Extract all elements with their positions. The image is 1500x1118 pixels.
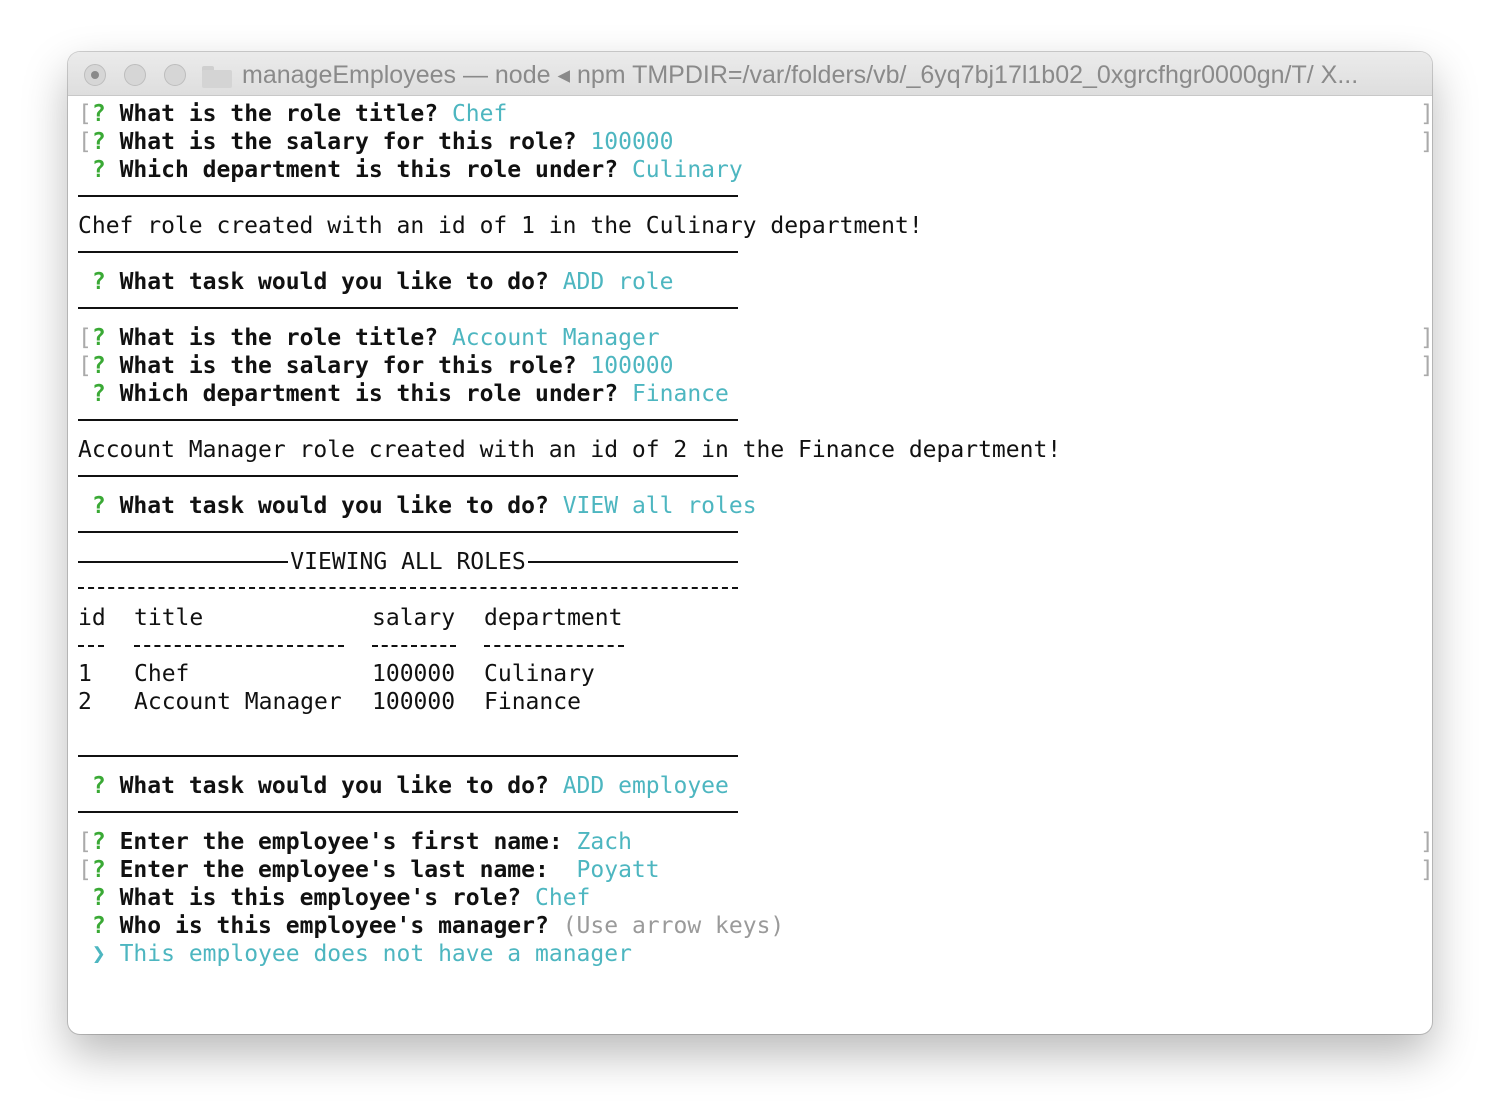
- table-header: id: [78, 605, 106, 631]
- prompt-line: ? What task would you like to do? ADD ro…: [91, 269, 674, 295]
- divider: [78, 251, 738, 253]
- viewing-banner: VIEWING ALL ROLES: [78, 548, 738, 576]
- divider: [78, 531, 738, 533]
- divider: [78, 811, 738, 813]
- terminal-window: manageEmployees — node ◂ npm TMPDIR=/var…: [68, 52, 1432, 1034]
- prompt-line: [? Enter the employee's first name: Zach: [78, 829, 632, 855]
- prompt-line: ? What task would you like to do? ADD em…: [91, 773, 729, 799]
- divider: [78, 419, 738, 421]
- manager-option-selected[interactable]: ❯ This employee does not have a manager: [78, 940, 632, 968]
- pointer-icon: ❯: [91, 941, 106, 967]
- prompt-line: ? Which department is this role under? F…: [91, 381, 729, 407]
- prompt-line: [? What is the role title? Account Manag…: [78, 325, 660, 351]
- divider: [78, 755, 738, 757]
- title-bar[interactable]: manageEmployees — node ◂ npm TMPDIR=/var…: [68, 52, 1432, 96]
- prompt-line: [? What is the salary for this role? 100…: [78, 129, 674, 155]
- result-message: Account Manager role created with an id …: [78, 437, 1062, 463]
- table-header: salary: [372, 605, 456, 631]
- folder-icon: [202, 66, 232, 88]
- minimize-button[interactable]: [124, 64, 146, 86]
- prompt-line: ? What task would you like to do? VIEW a…: [91, 493, 757, 519]
- divider: [78, 307, 738, 309]
- terminal-output[interactable]: [? What is the role title? Chef ] [? Wha…: [68, 96, 1432, 1034]
- divider: [78, 475, 738, 477]
- prompt-line: ? Which department is this role under? C…: [91, 157, 743, 183]
- close-button[interactable]: [84, 64, 106, 86]
- table-header: department: [484, 605, 623, 631]
- divider: [78, 195, 738, 197]
- prompt-line: ? What is this employee's role? Chef: [91, 885, 591, 911]
- prompt-line: [? What is the role title? Chef: [78, 101, 508, 127]
- zoom-button[interactable]: [164, 64, 186, 86]
- prompt-line: [? What is the salary for this role? 100…: [78, 353, 674, 379]
- divider: [78, 587, 738, 589]
- prompt-line: [? Enter the employee's last name: Poyat…: [78, 857, 660, 883]
- window-title: manageEmployees — node ◂ npm TMPDIR=/var…: [242, 61, 1359, 89]
- result-message: Chef role created with an id of 1 in the…: [78, 213, 923, 239]
- prompt-line: ? Who is this employee's manager? (Use a…: [91, 913, 785, 939]
- table-header: title: [134, 605, 204, 631]
